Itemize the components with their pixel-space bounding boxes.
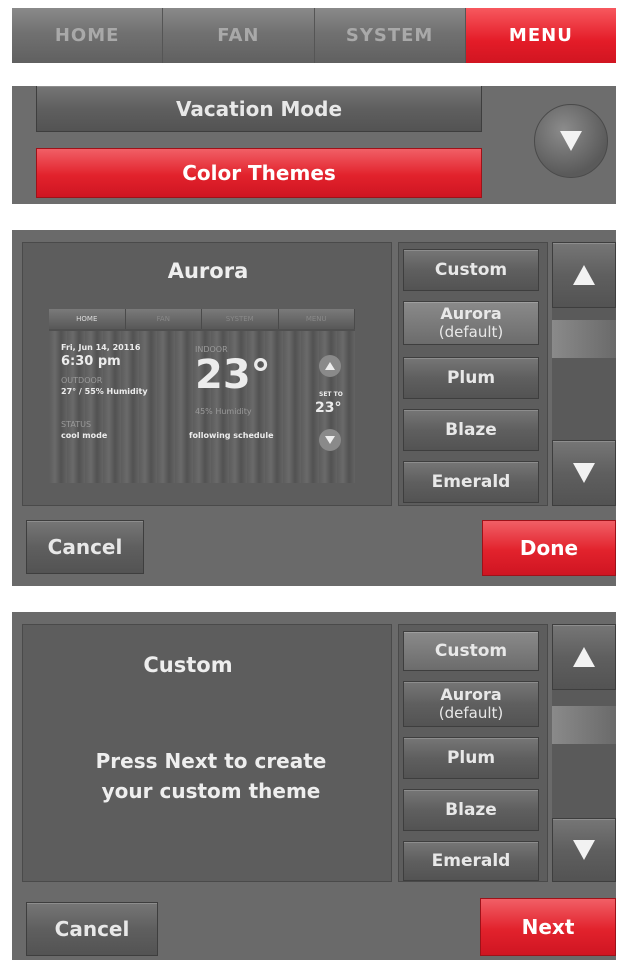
down-triangle-icon (573, 840, 595, 860)
theme-option-blaze[interactable]: Blaze (403, 789, 539, 831)
tab-menu[interactable]: MENU (465, 8, 616, 63)
preview-tab-system: SYSTEM (202, 309, 279, 329)
theme-option-aurora[interactable]: Aurora (default) (403, 301, 539, 345)
preview-status-label: STATUS (61, 420, 92, 429)
up-triangle-icon (573, 647, 595, 667)
theme-option-aurora-label: Aurora (440, 304, 502, 323)
tab-fan[interactable]: FAN (163, 8, 315, 63)
up-triangle-icon (325, 362, 335, 370)
tab-home[interactable]: HOME (12, 8, 164, 63)
down-triangle-icon (325, 436, 335, 444)
preview-setpoint-up-button (319, 355, 341, 377)
vacation-mode-button[interactable]: Vacation Mode (36, 86, 482, 132)
theme-list-scrollbar[interactable] (552, 624, 616, 882)
preview-tab-fan: FAN (125, 309, 202, 329)
theme-option-custom[interactable]: Custom (403, 249, 539, 291)
preview-setpoint-down-button (319, 429, 341, 451)
cancel-button[interactable]: Cancel (26, 520, 144, 574)
theme-option-aurora-default-label: (default) (438, 704, 504, 722)
theme-title: Aurora (167, 259, 249, 283)
theme-list-scroll-up-button[interactable] (552, 624, 616, 690)
theme-option-aurora-default-label: (default) (438, 323, 504, 341)
theme-preview-area: Aurora HOME FAN SYSTEM MENU Fri, Jun 14,… (22, 242, 392, 506)
preview-outdoor-value: 27° / 55% Humidity (61, 387, 148, 396)
cancel-button[interactable]: Cancel (26, 902, 158, 956)
theme-option-aurora[interactable]: Aurora (default) (403, 681, 539, 727)
theme-title: Custom (143, 653, 233, 677)
preview-indoor-humidity: 45% Humidity (195, 407, 252, 416)
custom-theme-info-area: Custom Press Next to create your custom … (22, 624, 392, 882)
preview-tab-bar: HOME FAN SYSTEM MENU (49, 309, 355, 329)
theme-option-plum[interactable]: Plum (403, 737, 539, 779)
theme-list-scroll-down-button[interactable] (552, 440, 616, 506)
next-button[interactable]: Next (480, 898, 616, 956)
preview-date: Fri, Jun 14, 20116 (61, 343, 141, 352)
theme-options-list: Custom Aurora (default) Plum Blaze Emera… (398, 242, 548, 506)
preview-set-to-value: 23° (315, 400, 342, 416)
preview-indoor-temp: 23° (195, 352, 271, 398)
theme-list-scroll-thumb[interactable] (552, 706, 616, 744)
done-button[interactable]: Done (482, 520, 616, 576)
main-tab-bar: HOME FAN SYSTEM MENU (12, 8, 616, 63)
custom-theme-message-line-1: Press Next to create (95, 749, 327, 773)
theme-option-emerald[interactable]: Emerald (403, 461, 539, 503)
theme-option-plum[interactable]: Plum (403, 357, 539, 399)
down-triangle-icon (573, 463, 595, 483)
tab-system[interactable]: SYSTEM (314, 8, 466, 63)
theme-list-scroll-down-button[interactable] (552, 818, 616, 882)
theme-option-emerald[interactable]: Emerald (403, 841, 539, 881)
theme-list-scroll-up-button[interactable] (552, 242, 616, 308)
theme-option-blaze[interactable]: Blaze (403, 409, 539, 451)
menu-scroll-down-button[interactable] (534, 104, 608, 178)
custom-theme-message-line-2: your custom theme (101, 779, 321, 803)
preview-status-value: cool mode (61, 431, 108, 440)
up-triangle-icon (573, 265, 595, 285)
theme-preview-thumbnail: HOME FAN SYSTEM MENU Fri, Jun 14, 20116 … (49, 309, 355, 483)
preview-set-to-label: SET TO (319, 391, 343, 398)
theme-select-screen-aurora: Aurora HOME FAN SYSTEM MENU Fri, Jun 14,… (12, 230, 616, 586)
preview-outdoor-label: OUTDOOR (61, 376, 103, 385)
menu-list-panel: Vacation Mode Color Themes (12, 86, 616, 204)
theme-list-scroll-thumb[interactable] (552, 320, 616, 358)
color-themes-button[interactable]: Color Themes (36, 148, 482, 198)
preview-tab-home: HOME (49, 309, 126, 329)
theme-options-list: Custom Aurora (default) Plum Blaze Emera… (398, 624, 548, 882)
down-triangle-icon (560, 131, 582, 151)
preview-schedule: following schedule (189, 431, 274, 440)
theme-select-screen-custom: Custom Press Next to create your custom … (12, 612, 616, 960)
theme-list-scrollbar[interactable] (552, 242, 616, 506)
preview-time: 6:30 pm (61, 354, 121, 369)
theme-option-aurora-label: Aurora (440, 685, 502, 704)
preview-tab-menu: MENU (278, 309, 355, 329)
theme-option-custom[interactable]: Custom (403, 631, 539, 671)
